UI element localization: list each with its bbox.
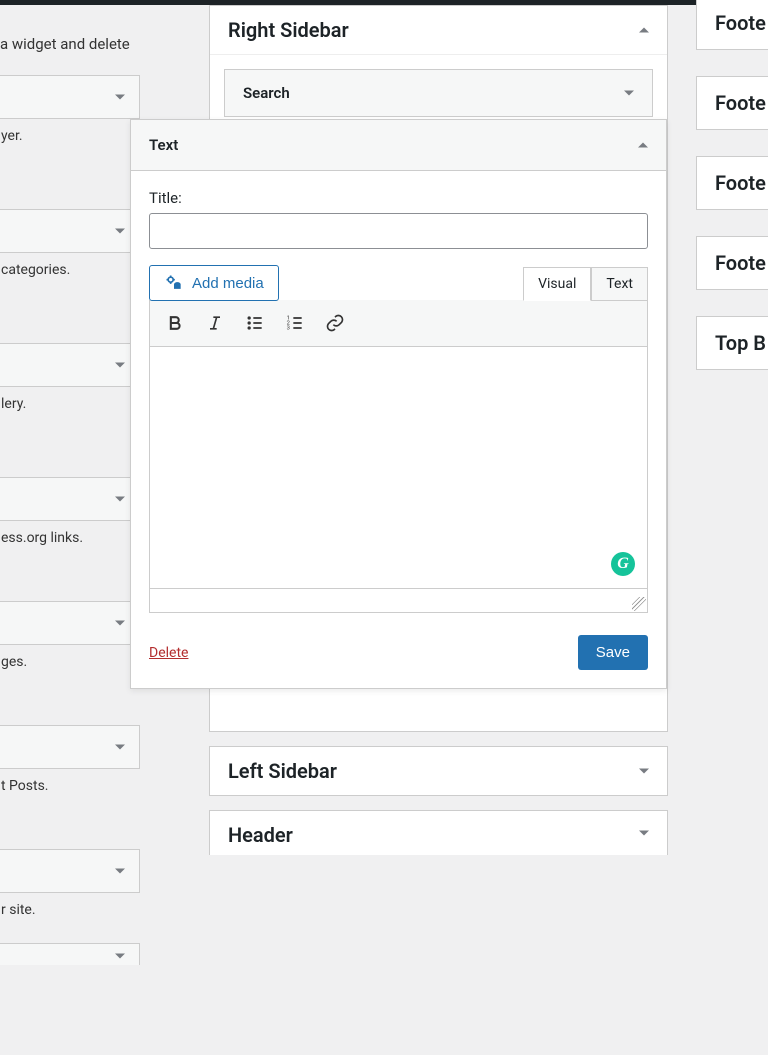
widget-area-head[interactable]: Header xyxy=(210,811,667,855)
link-icon xyxy=(325,313,345,333)
available-widget-hint: yer. xyxy=(1,128,23,144)
chevron-down-icon xyxy=(115,744,125,749)
available-widget[interactable]: t Posts. xyxy=(0,725,140,769)
svg-text:3: 3 xyxy=(287,326,290,332)
chevron-down-icon xyxy=(115,496,125,501)
chevron-down-icon xyxy=(115,362,125,367)
italic-button[interactable] xyxy=(198,306,232,340)
number-list-icon: 1 2 3 xyxy=(285,313,305,333)
tab-text[interactable]: Text xyxy=(591,267,648,301)
widget-area-footer-2[interactable]: Foote xyxy=(696,76,768,130)
chevron-down-icon xyxy=(115,620,125,625)
widget-area-top-bar[interactable]: Top B xyxy=(696,316,768,370)
available-widget-hint: r site. xyxy=(1,902,36,918)
editor-statusbar xyxy=(149,589,648,613)
title-input[interactable] xyxy=(149,213,648,249)
widget-editor-title: Text xyxy=(149,136,178,154)
resize-handle[interactable] xyxy=(632,597,646,611)
available-widget[interactable]: yer. xyxy=(0,75,140,119)
widget-area-head[interactable]: Left Sidebar xyxy=(210,747,667,795)
widget-area-title: Header xyxy=(228,823,293,847)
add-media-label: Add media xyxy=(192,275,264,292)
available-widget-hint: ess.org links. xyxy=(1,530,83,546)
widget-label: Search xyxy=(243,84,290,102)
chevron-down-icon xyxy=(624,91,634,96)
available-widgets-desc: a widget and delete xyxy=(0,5,140,75)
bullet-list-button[interactable] xyxy=(238,306,272,340)
widget-area-footer-1[interactable]: Foote xyxy=(696,0,768,50)
grammarly-icon[interactable]: G xyxy=(611,552,635,576)
chevron-down-icon xyxy=(115,868,125,873)
chevron-down-icon xyxy=(115,94,125,99)
chevron-down-icon xyxy=(639,831,649,836)
text-widget-editor: Text Title: Add media Visual Text xyxy=(130,119,667,689)
title-label: Title: xyxy=(149,189,648,207)
widget-search[interactable]: Search xyxy=(224,69,653,117)
available-widget-hint: ges. xyxy=(1,654,27,670)
available-widget[interactable]: r site. xyxy=(0,849,140,893)
widget-area-footer-3[interactable]: Foote xyxy=(696,156,768,210)
widget-area-header: Header xyxy=(209,810,668,855)
editor-toolbar: 1 2 3 xyxy=(149,300,648,347)
available-widget[interactable]: categories. xyxy=(0,209,140,253)
number-list-button[interactable]: 1 2 3 xyxy=(278,306,312,340)
available-widget[interactable]: lery. xyxy=(0,343,140,387)
tab-visual[interactable]: Visual xyxy=(523,267,591,301)
save-button[interactable]: Save xyxy=(578,635,648,670)
editor-content[interactable]: G xyxy=(149,347,648,589)
link-button[interactable] xyxy=(318,306,352,340)
available-widget-hint: lery. xyxy=(1,396,26,412)
media-icon xyxy=(164,273,184,293)
italic-icon xyxy=(205,313,225,333)
add-media-button[interactable]: Add media xyxy=(149,265,279,301)
widget-area-title: Right Sidebar xyxy=(228,18,349,42)
chevron-down-icon xyxy=(115,953,125,958)
available-widget[interactable] xyxy=(0,943,140,965)
delete-link[interactable]: Delete xyxy=(149,645,188,661)
bold-button[interactable] xyxy=(158,306,192,340)
widget-area-left-sidebar: Left Sidebar xyxy=(209,746,668,796)
bullet-list-icon xyxy=(245,313,265,333)
chevron-down-icon xyxy=(115,228,125,233)
available-widget[interactable]: ess.org links. xyxy=(0,477,140,521)
available-widget-hint: t Posts. xyxy=(1,778,49,794)
chevron-down-icon xyxy=(639,769,649,774)
available-widget[interactable]: ges. xyxy=(0,601,140,645)
bold-icon xyxy=(165,313,185,333)
widget-area-head[interactable]: Right Sidebar xyxy=(210,6,667,54)
widget-area-footer-4[interactable]: Foote xyxy=(696,236,768,290)
available-widget-hint: categories. xyxy=(1,262,70,278)
chevron-up-icon xyxy=(638,143,648,148)
chevron-up-icon xyxy=(639,28,649,33)
widget-editor-head[interactable]: Text xyxy=(131,120,666,171)
widget-area-title: Left Sidebar xyxy=(228,759,337,783)
